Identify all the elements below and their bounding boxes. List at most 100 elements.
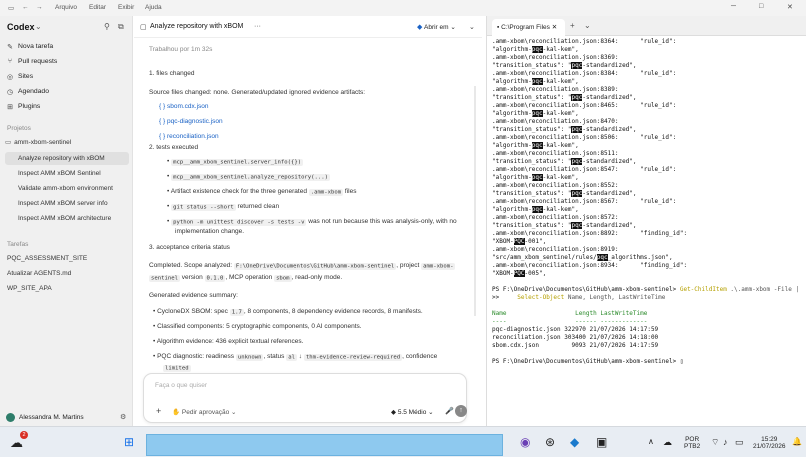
terminal-output[interactable]: .amm-xbom\reconciliation.json:8364: "rul… bbox=[492, 38, 804, 366]
volume-icon[interactable]: ♪ bbox=[723, 437, 728, 447]
artifact-link-sbom[interactable]: { } sbom.cdx.json bbox=[159, 103, 209, 111]
maximize-icon[interactable]: □ bbox=[759, 3, 763, 10]
chevron-down-icon[interactable]: ⌄ bbox=[469, 23, 475, 31]
menu-editar[interactable]: Editar bbox=[89, 4, 106, 11]
summary-pqc: • PQC diagnostic: readiness unknown, sta… bbox=[153, 353, 438, 361]
close-icon[interactable]: ✕ bbox=[787, 3, 793, 11]
chatgpt-app-icon[interactable]: ⊛ bbox=[545, 435, 555, 449]
terminal-text: -standardized", bbox=[582, 62, 637, 69]
podcast-app-icon[interactable]: ◉ bbox=[520, 435, 530, 449]
filter-icon[interactable]: ⚲ bbox=[104, 22, 110, 31]
open-in-button[interactable]: Abrir em ⌄ bbox=[424, 23, 456, 31]
minimize-icon[interactable]: ─ bbox=[731, 3, 736, 10]
terminal-line: Name Length LastWriteTime bbox=[492, 310, 804, 318]
terminal-text: -kal-kem", bbox=[542, 78, 579, 85]
windows-start-icon[interactable]: ⊞ bbox=[124, 435, 134, 449]
codex-app-icon[interactable]: ▣ bbox=[596, 435, 607, 449]
terminal-text: .amm-xbom\reconciliation.json:8369: bbox=[492, 54, 619, 61]
task-inspect-sentinel[interactable]: Inspect AMM xBOM Sentinel bbox=[5, 167, 129, 180]
terminal-text: -kal-kem", bbox=[542, 46, 579, 53]
terminal-line: >> Select-Object Name, Length, LastWrite… bbox=[492, 294, 804, 302]
completed-line-1: Completed. Scope analyzed: F:\OneDrive\D… bbox=[149, 262, 456, 270]
taskbar-search[interactable] bbox=[146, 434, 503, 456]
terminal-line: .amm-xbom\reconciliation.json:8470: bbox=[492, 118, 804, 126]
pull-request-icon: ⑂ bbox=[7, 58, 13, 65]
gear-icon[interactable]: ⚙ bbox=[120, 413, 126, 421]
project-amm-xbom-sentinel[interactable]: ▭ amm-xbom-sentinel bbox=[5, 138, 71, 147]
terminal-line: "transition_status": "pqc-standardized", bbox=[492, 190, 804, 198]
arrow-down-icon[interactable]: ↓ bbox=[299, 353, 302, 360]
composer: Faça o que quiser + ✋ Pedir aprovação ⌄ … bbox=[143, 373, 467, 423]
terminal-line: .amm-xbom\reconciliation.json:8892: "fin… bbox=[492, 230, 804, 238]
table-header: Name Length LastWriteTime bbox=[492, 310, 648, 317]
chat-scrollbar[interactable] bbox=[474, 86, 476, 316]
new-window-icon[interactable]: ⧉ bbox=[118, 22, 124, 32]
onedrive-icon[interactable]: ☁ bbox=[663, 437, 672, 448]
cursor: ▯ bbox=[679, 358, 684, 365]
artifact-link-reconciliation[interactable]: { } reconciliation.json bbox=[159, 133, 219, 141]
terminal-text: "transition_status": " bbox=[492, 190, 572, 197]
vscode-app-icon[interactable]: ◆ bbox=[570, 435, 579, 449]
user-profile[interactable]: Alessandra M. Martins bbox=[6, 413, 84, 422]
task-agents-md[interactable]: Atualizar AGENTS.md bbox=[5, 267, 129, 280]
acceptance-heading: 3. acceptance criteria status bbox=[149, 244, 230, 251]
bell-icon[interactable]: 🔔 bbox=[792, 437, 802, 446]
model-icon: ◆ bbox=[391, 409, 396, 416]
nav-sites[interactable]: ◎ Sites bbox=[5, 70, 129, 83]
terminal-text: "algorithm- bbox=[492, 142, 532, 149]
terminal-tab[interactable]: ▪ C:\Program Files ✕ bbox=[492, 19, 565, 36]
new-tab-icon[interactable]: + bbox=[570, 21, 575, 30]
match-highlight: pqc bbox=[571, 222, 583, 229]
menu-ajuda[interactable]: Ajuda bbox=[145, 4, 162, 11]
task-analyze-repository[interactable]: Analyze repository with xBOM bbox=[5, 152, 129, 165]
wifi-icon[interactable]: ⌔ bbox=[711, 437, 719, 448]
back-icon[interactable]: ← bbox=[22, 4, 29, 11]
task-validate-env[interactable]: Validate amm-xbom environment bbox=[5, 182, 129, 195]
terminal-text: -standardized", bbox=[582, 158, 637, 165]
send-button[interactable]: ↑ bbox=[455, 405, 467, 417]
artifact-link-pqc[interactable]: { } pqc-diagnostic.json bbox=[159, 118, 223, 126]
match-highlight: pqc bbox=[531, 206, 543, 213]
permission-selector[interactable]: ✋ Pedir aprovação ⌄ bbox=[172, 408, 237, 416]
terminal-icon: ▪ bbox=[497, 24, 500, 31]
task-inspect-architecture[interactable]: Inspect AMM xBOM architecture bbox=[5, 212, 129, 225]
clock[interactable]: 15:29 21/07/2026 bbox=[753, 436, 786, 450]
menu-arquivo[interactable]: Arquivo bbox=[55, 4, 77, 11]
tray-chevron-icon[interactable]: ∧ bbox=[648, 437, 654, 446]
sidebar-toggle-icon[interactable]: ▭ bbox=[8, 4, 14, 12]
terminal-line: "algorithm-pqc-kal-kem", bbox=[492, 206, 804, 214]
command: Get-ChildItem bbox=[679, 286, 727, 293]
terminal-text: .amm-xbom\reconciliation.json:8919: bbox=[492, 246, 619, 253]
terminal-text: .amm-xbom\reconciliation.json:8934: "fin… bbox=[492, 262, 688, 269]
menu-bar: ▭ ← → Arquivo Editar Exibir Ajuda ─ □ ✕ bbox=[0, 0, 806, 16]
composer-input[interactable]: Faça o que quiser bbox=[155, 382, 207, 389]
chevron-down-icon[interactable]: ⌄ bbox=[584, 21, 591, 30]
nav-plugins[interactable]: ⊞ Plugins bbox=[5, 100, 129, 113]
summary-classified: • Classified components: 5 cryptographic… bbox=[153, 323, 362, 330]
command-args: Name, Length, LastWriteTime bbox=[564, 294, 666, 301]
terminal-line: ---- ------ ------------- bbox=[492, 318, 804, 326]
nav-pull-requests[interactable]: ⑂ Pull requests bbox=[5, 55, 129, 68]
table-row: pqc-diagnostic.json 322970 21/07/2026 14… bbox=[492, 326, 659, 333]
language-indicator[interactable]: POR PTB2 bbox=[684, 436, 700, 450]
terminal-line: "XBOM-PQC-001", bbox=[492, 238, 804, 246]
terminal-line: .amm-xbom\reconciliation.json:8567: "rul… bbox=[492, 198, 804, 206]
summary-heading: Generated evidence summary: bbox=[149, 292, 238, 299]
model-selector[interactable]: ◆ 5.5 Médio ⌄ bbox=[391, 408, 434, 416]
app-title[interactable]: Codex bbox=[7, 22, 35, 32]
more-icon[interactable]: ··· bbox=[254, 23, 261, 30]
plus-icon[interactable]: + bbox=[156, 406, 161, 416]
forward-icon[interactable]: → bbox=[36, 4, 43, 11]
mic-icon[interactable]: 🎤 bbox=[445, 407, 454, 415]
nav-scheduled[interactable]: ◷ Agendado bbox=[5, 85, 129, 98]
command: Select-Object bbox=[517, 294, 565, 301]
nav-new-task[interactable]: ✎ Nova tarefa bbox=[5, 40, 129, 53]
battery-icon[interactable]: ▭ bbox=[735, 437, 744, 448]
chevron-down-icon[interactable]: ⌄ bbox=[35, 22, 42, 31]
task-inspect-server[interactable]: Inspect AMM xBOM server info bbox=[5, 197, 129, 210]
command-args: .\.amm-xbom -File | bbox=[726, 286, 800, 293]
menu-exibir[interactable]: Exibir bbox=[118, 4, 134, 11]
task-wp-site[interactable]: WP_SITE_APA bbox=[5, 282, 129, 295]
task-pqc-assessment[interactable]: PQC_ASSESSMENT_SITE bbox=[5, 252, 129, 265]
